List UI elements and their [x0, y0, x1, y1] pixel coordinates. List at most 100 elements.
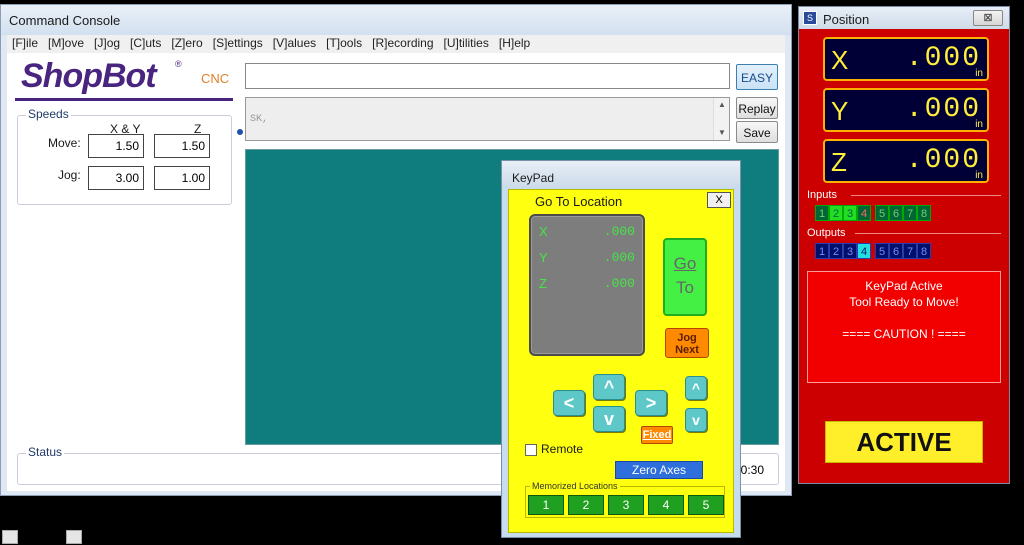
zero-axes-button[interactable]: Zero Axes	[615, 461, 703, 479]
inputs-divider	[851, 195, 1001, 196]
logo-registered-mark: ®	[175, 59, 182, 69]
status-message-box: KeyPad Active Tool Ready to Move! ==== C…	[807, 271, 1001, 383]
jog-right-icon[interactable]: >	[635, 390, 667, 416]
position-window: S Position ⊠ X .000 in Y .000 in Z .000 …	[798, 6, 1010, 484]
fixed-toggle-button[interactable]: Fixed	[641, 426, 673, 444]
jog-left-icon[interactable]: <	[553, 390, 585, 416]
jog-z-field[interactable]: 1.00	[154, 166, 210, 190]
move-z-field[interactable]: 1.50	[154, 134, 210, 158]
x-axis-unit: in	[975, 68, 983, 79]
z-axis-value: .000	[905, 145, 981, 176]
y-position-display: Y .000 in	[823, 88, 989, 132]
memory-slot-4[interactable]: 4	[648, 495, 684, 515]
dro-y-label: Y	[539, 250, 548, 265]
menu-utilities[interactable]: [U]tilities	[439, 35, 494, 51]
menu-tools[interactable]: [T]ools	[321, 35, 367, 51]
desktop-file-icon[interactable]	[66, 530, 82, 544]
keypad-titlebar[interactable]: KeyPad	[502, 161, 740, 187]
output-2: 2	[829, 243, 843, 259]
menu-settings[interactable]: [S]ettings	[208, 35, 268, 51]
position-titlebar[interactable]: S Position ⊠	[799, 7, 1009, 29]
output-6: 6	[889, 243, 903, 259]
menu-bar: [F]ile [M]ove [J]og [C]uts [Z]ero [S]ett…	[7, 35, 785, 53]
output-1: 1	[815, 243, 829, 259]
output-5: 5	[875, 243, 889, 259]
jog-xy-field[interactable]: 3.00	[88, 166, 144, 190]
input-3: 3	[843, 205, 857, 221]
close-icon[interactable]: ⊠	[973, 10, 1003, 26]
scroll-up-icon[interactable]: ▲	[718, 100, 726, 109]
output-7: 7	[903, 243, 917, 259]
status-legend: Status	[26, 445, 65, 459]
message-line-1: KeyPad Active	[865, 279, 943, 293]
menu-jog[interactable]: [J]og	[89, 35, 125, 51]
jog-z-up-icon[interactable]: ^	[685, 376, 707, 400]
console-titlebar[interactable]: Command Console	[1, 5, 791, 35]
menu-move[interactable]: [M]ove	[43, 35, 89, 51]
move-xy-field[interactable]: 1.50	[88, 134, 144, 158]
input-7: 7	[903, 205, 917, 221]
input-1: 1	[815, 205, 829, 221]
dro-x-value: .000	[603, 224, 635, 239]
jog-down-icon[interactable]: v	[593, 406, 625, 432]
memory-slot-5[interactable]: 5	[688, 495, 724, 515]
go-to-line-2: To	[676, 278, 694, 297]
remote-checkbox[interactable]: Remote	[525, 442, 583, 456]
jog-speed-label: Jog:	[58, 168, 81, 182]
jog-up-icon[interactable]: ^	[593, 374, 625, 400]
bullet-icon	[237, 129, 243, 135]
dro-z-label: Z	[539, 276, 547, 291]
menu-help[interactable]: [H]elp	[494, 35, 535, 51]
y-axis-name: Y	[831, 96, 849, 126]
speeds-legend: Speeds	[26, 107, 71, 121]
keypad-position-readout: X .000 Y .000 Z .000	[529, 214, 645, 356]
dro-z-value: .000	[603, 276, 635, 291]
jog-next-button[interactable]: Jog Next	[665, 328, 709, 358]
logo-text: ShopBot	[21, 57, 157, 95]
memory-slot-1[interactable]: 1	[528, 495, 564, 515]
x-axis-value: .000	[905, 43, 981, 74]
inputs-label: Inputs	[807, 189, 837, 201]
save-button[interactable]: Save	[736, 121, 778, 143]
scroll-down-icon[interactable]: ▼	[718, 128, 726, 137]
message-line-2: Tool Ready to Move!	[849, 295, 959, 309]
command-history[interactable]: SK, ▲ ▼	[245, 97, 730, 141]
active-indicator-button[interactable]: ACTIVE	[825, 421, 983, 463]
y-axis-value: .000	[905, 94, 981, 125]
jog-next-line-2: Next	[675, 344, 699, 356]
easy-button[interactable]: EASY	[736, 64, 778, 90]
z-axis-unit: in	[975, 170, 983, 181]
input-6: 6	[889, 205, 903, 221]
go-to-location-title: Go To Location	[535, 194, 623, 209]
status-time: 0:30	[740, 463, 764, 477]
keypad-close-button[interactable]: X	[707, 192, 731, 208]
shopbot-logo: ShopBot ® CNC	[15, 57, 235, 105]
message-line-3	[808, 310, 1000, 326]
jog-z-down-icon[interactable]: v	[685, 408, 707, 432]
memory-slot-3[interactable]: 3	[608, 495, 644, 515]
jog-next-line-1: Jog	[677, 332, 697, 344]
keypad-body: Go To Location X X .000 Y .000 Z .000 Go…	[508, 189, 734, 533]
command-input[interactable]	[245, 63, 730, 89]
menu-zero[interactable]: [Z]ero	[166, 35, 207, 51]
x-position-display: X .000 in	[823, 37, 989, 81]
history-scrollbar[interactable]: ▲ ▼	[713, 98, 729, 140]
memorized-locations-group: Memorized Locations 1 2 3 4 5	[525, 481, 725, 518]
input-8: 8	[917, 205, 931, 221]
menu-recording[interactable]: [R]ecording	[367, 35, 438, 51]
replay-button[interactable]: Replay	[736, 97, 778, 119]
menu-file[interactable]: [F]ile	[7, 35, 43, 51]
message-line-4: ==== CAUTION ! ====	[842, 327, 966, 341]
console-title: Command Console	[9, 13, 121, 28]
remote-checkbox-box[interactable]	[525, 443, 537, 456]
output-8: 8	[917, 243, 931, 259]
go-to-button[interactable]: Go To	[663, 238, 707, 316]
go-to-line-1: Go	[673, 254, 697, 273]
dro-x-label: X	[539, 224, 548, 239]
menu-values[interactable]: [V]alues	[268, 35, 321, 51]
menu-cuts[interactable]: [C]uts	[125, 35, 166, 51]
memory-slot-2[interactable]: 2	[568, 495, 604, 515]
input-5: 5	[875, 205, 889, 221]
desktop-file-icon[interactable]	[2, 530, 18, 544]
dro-y-value: .000	[603, 250, 635, 265]
